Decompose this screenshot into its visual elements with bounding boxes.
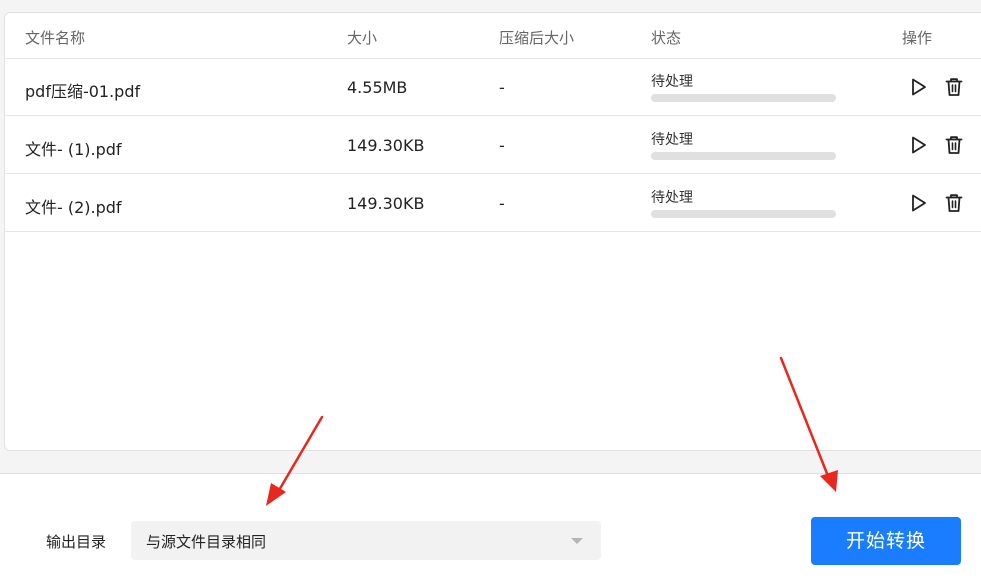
output-dir-value: 与源文件目录相同 — [146, 533, 267, 551]
status-text: 待处理 — [651, 190, 693, 206]
table-header: 文件名称 大小 压缩后大小 状态 操作 — [5, 13, 981, 59]
compressed-size: - — [499, 136, 505, 155]
file-size: 149.30KB — [347, 194, 425, 213]
status-cell: 待处理 — [651, 71, 837, 102]
caret-down-icon — [571, 538, 583, 544]
table-row: 文件- (2).pdf 149.30KB - 待处理 — [5, 174, 981, 232]
file-size: 4.55MB — [347, 78, 408, 97]
compressed-size: - — [499, 194, 505, 213]
file-table: 文件名称 大小 压缩后大小 状态 操作 pdf压缩-01.pdf 4.55MB … — [4, 12, 981, 451]
output-dir-label: 输出目录 — [46, 533, 107, 551]
header-compressed-size: 压缩后大小 — [499, 29, 575, 47]
progress-bar — [651, 210, 836, 218]
table-row: pdf压缩-01.pdf 4.55MB - 待处理 — [5, 58, 981, 116]
output-dir-select[interactable]: 与源文件目录相同 — [131, 521, 601, 560]
table-row: 文件- (1).pdf 149.30KB - 待处理 — [5, 116, 981, 174]
trash-icon[interactable] — [943, 76, 965, 98]
trash-icon[interactable] — [943, 192, 965, 214]
status-cell: 待处理 — [651, 187, 837, 218]
trash-icon[interactable] — [943, 134, 965, 156]
header-status: 状态 — [651, 29, 682, 47]
file-name: 文件- (1).pdf — [25, 140, 122, 159]
header-actions: 操作 — [902, 29, 933, 47]
start-convert-button[interactable]: 开始转换 — [811, 517, 961, 565]
play-icon[interactable] — [907, 134, 929, 156]
header-size: 大小 — [347, 29, 378, 47]
status-text: 待处理 — [651, 74, 693, 90]
play-icon[interactable] — [907, 192, 929, 214]
file-name: 文件- (2).pdf — [25, 198, 122, 217]
file-size: 149.30KB — [347, 136, 425, 155]
file-name: pdf压缩-01.pdf — [25, 82, 141, 101]
progress-bar — [651, 152, 836, 160]
status-cell: 待处理 — [651, 129, 837, 160]
compressed-size: - — [499, 78, 505, 97]
status-text: 待处理 — [651, 132, 693, 148]
progress-bar — [651, 94, 836, 102]
header-file-name: 文件名称 — [25, 29, 86, 47]
bottom-bar: 输出目录 与源文件目录相同 开始转换 — [0, 473, 981, 582]
play-icon[interactable] — [907, 76, 929, 98]
